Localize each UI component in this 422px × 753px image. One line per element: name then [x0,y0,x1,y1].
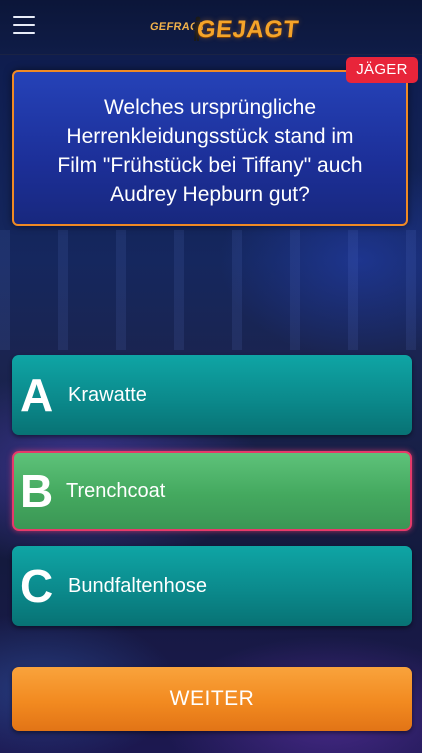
answer-text: Trenchcoat [66,480,166,502]
menu-icon[interactable] [13,16,35,34]
top-bar: GEFRAGT GEJAGT [0,0,422,55]
answer-option-c[interactable]: C Bundfaltenhose [12,546,412,626]
answer-text: Bundfaltenhose [68,575,208,597]
app-logo: GEFRAGT GEJAGT [149,14,300,46]
weiter-button[interactable]: WEITER [12,667,412,731]
question-card: Welches ursprüngliche Herrenkleidungsstü… [12,70,408,226]
answer-option-a[interactable]: A Krawatte [12,355,412,435]
jaeger-badge: JÄGER [346,57,418,83]
answer-letter: C [20,560,54,612]
answer-letter: B [20,465,54,517]
answer-letter: A [20,369,54,421]
answer-option-b[interactable]: B Trenchcoat [12,451,412,531]
answer-text: Krawatte [68,384,147,406]
question-text: Welches ursprüngliche Herrenkleidungsstü… [57,96,363,206]
logo-big-text: GEJAGT [195,16,301,43]
background-stage-lights [0,230,422,350]
